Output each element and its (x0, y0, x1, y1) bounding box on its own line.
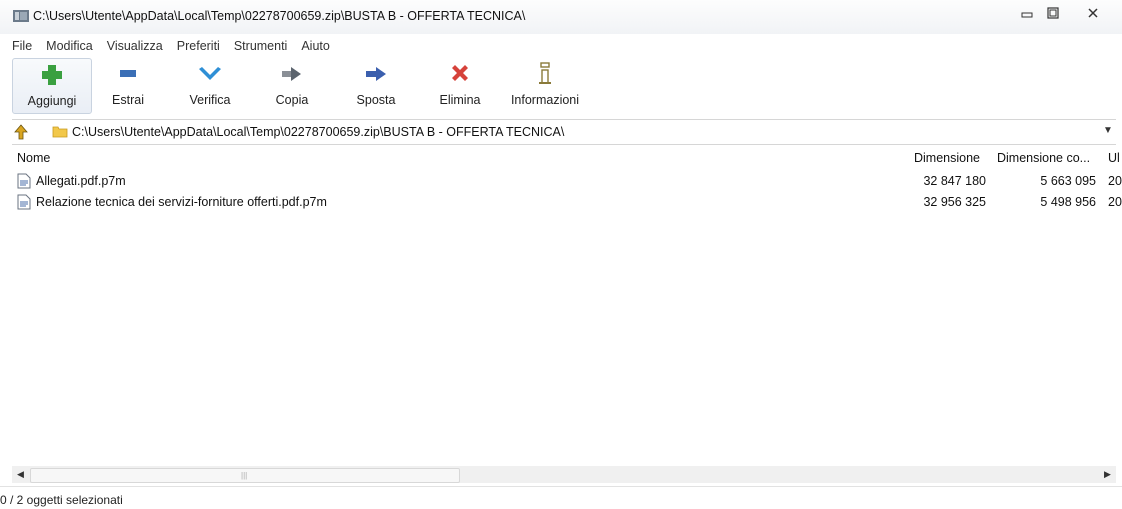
app-icon (13, 10, 29, 22)
toolbar: Aggiungi Estrai Verifica Copia Sposta El… (12, 58, 1112, 114)
up-folder-icon[interactable] (12, 123, 30, 141)
move-arrow-icon (366, 67, 386, 81)
info-button[interactable]: Informazioni (502, 58, 588, 114)
maximize-button[interactable] (1040, 5, 1066, 25)
move-button[interactable]: Sposta (346, 58, 406, 114)
menu-preferiti[interactable]: Preferiti (170, 37, 227, 55)
info-icon (539, 62, 551, 84)
minimize-button[interactable] (1014, 5, 1040, 25)
horizontal-scrollbar[interactable]: ◀ ||| ▶ (12, 466, 1116, 483)
window-title: C:\Users\Utente\AppData\Local\Temp\02278… (33, 9, 526, 23)
file-icon (17, 194, 31, 210)
scroll-thumb[interactable]: ||| (30, 468, 460, 483)
menu-file[interactable]: File (12, 37, 39, 55)
file-icon (17, 173, 31, 189)
status-bar: 0 / 2 oggetti selezionati (0, 486, 1122, 509)
minus-icon (120, 70, 136, 77)
check-icon (199, 67, 221, 80)
maximize-icon (1047, 7, 1059, 19)
file-compressed-size: 5 663 095 (1040, 174, 1096, 188)
address-dropdown-icon[interactable]: ▼ (1102, 124, 1114, 138)
column-extra[interactable]: Ul (1108, 151, 1120, 165)
close-icon (1088, 8, 1098, 18)
file-extra: 20 (1108, 195, 1122, 209)
file-size: 32 956 325 (923, 195, 986, 209)
add-button[interactable]: Aggiungi (12, 58, 92, 114)
delete-button[interactable]: Elimina (428, 58, 492, 114)
file-name: Allegati.pdf.p7m (36, 174, 126, 188)
plus-icon (42, 65, 62, 85)
column-size[interactable]: Dimensione (914, 151, 980, 165)
table-row[interactable]: Allegati.pdf.p7m 32 847 180 5 663 095 20 (12, 171, 1122, 191)
info-label: Informazioni (510, 93, 580, 107)
table-row[interactable]: Relazione tecnica dei servizi-forniture … (12, 192, 1122, 212)
file-list: Nome Dimensione Dimensione co... Ul Alle… (12, 146, 1122, 464)
copy-label: Copia (275, 93, 309, 107)
menu-strumenti[interactable]: Strumenti (227, 37, 295, 55)
file-extra: 20 (1108, 174, 1122, 188)
delete-x-icon (452, 65, 468, 81)
grip-icon: ||| (241, 471, 248, 480)
list-header: Nome Dimensione Dimensione co... Ul (12, 146, 1122, 168)
minimize-icon (1021, 12, 1033, 18)
menu-visualizza[interactable]: Visualizza (100, 37, 170, 55)
file-compressed-size: 5 498 956 (1040, 195, 1096, 209)
title-bar: C:\Users\Utente\AppData\Local\Temp\02278… (0, 0, 1122, 34)
verify-button[interactable]: Verifica (178, 58, 242, 114)
status-text: 0 / 2 oggetti selezionati (0, 493, 123, 507)
extract-button[interactable]: Estrai (98, 58, 158, 114)
add-label: Aggiungi (27, 94, 77, 108)
scroll-left-icon[interactable]: ◀ (12, 466, 29, 483)
menu-modifica[interactable]: Modifica (39, 37, 100, 55)
verify-label: Verifica (189, 93, 231, 107)
close-button[interactable] (1080, 5, 1106, 25)
delete-label: Elimina (439, 93, 481, 107)
move-label: Sposta (356, 93, 396, 107)
archive-window: C:\Users\Utente\AppData\Local\Temp\02278… (0, 0, 1122, 508)
column-compressed-size[interactable]: Dimensione co... (997, 151, 1090, 165)
extract-label: Estrai (112, 93, 144, 107)
menu-aiuto[interactable]: Aiuto (294, 37, 337, 55)
copy-arrow-icon (282, 67, 301, 81)
file-name: Relazione tecnica dei servizi-forniture … (36, 195, 327, 209)
column-name[interactable]: Nome (17, 151, 50, 165)
folder-icon (52, 126, 68, 138)
scroll-right-icon[interactable]: ▶ (1099, 466, 1116, 483)
file-size: 32 847 180 (923, 174, 986, 188)
address-path[interactable]: C:\Users\Utente\AppData\Local\Temp\02278… (72, 125, 564, 139)
menu-bar: File Modifica Visualizza Preferiti Strum… (12, 37, 337, 55)
copy-button[interactable]: Copia (262, 58, 322, 114)
address-bar: C:\Users\Utente\AppData\Local\Temp\02278… (12, 119, 1116, 145)
